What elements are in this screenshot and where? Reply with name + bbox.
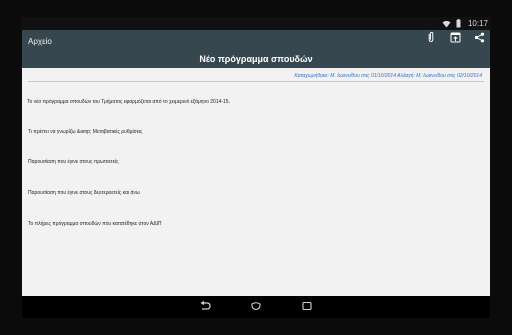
share-icon [474, 30, 485, 48]
share-button[interactable] [472, 32, 486, 46]
recents-button[interactable] [300, 300, 314, 314]
back-button[interactable] [198, 300, 212, 314]
document-link-upper-year-presentation[interactable]: Παρουσίαση που έγινε στους δευτεροετείς … [28, 190, 140, 196]
paperclip-icon [426, 30, 436, 48]
document-link-first-year-presentation[interactable]: Παρουσίαση που έγινε στους πρωτοετείς [28, 159, 119, 165]
home-icon [249, 298, 263, 316]
document-meta: Καταχωρήθηκε: Μ. Ιωαννίδου στις 01/10/20… [294, 73, 482, 79]
app-title: Αρχείο [28, 37, 52, 46]
status-time: 10:17 [467, 19, 488, 28]
open-in-app-icon [450, 30, 461, 48]
document-link-full-curriculum[interactable]: Το πλήρες πρόγραμμα σπουδών που κατατέθη… [28, 221, 162, 227]
navigation-bar [22, 296, 490, 318]
back-icon [198, 298, 212, 316]
meta-divider [28, 81, 484, 82]
status-bar: 10:17 [22, 17, 490, 30]
attachment-button[interactable] [424, 30, 438, 48]
intro-text: Το νέο πρόγραμμα σπουδών του Τμήματος εφ… [27, 99, 230, 105]
document-content: Καταχωρήθηκε: Μ. Ιωαννίδου στις 01/10/20… [22, 68, 490, 296]
app-bar: Αρχείο Νέο πρόγραμμα σπουδών [22, 30, 490, 68]
document-link-transition-rules[interactable]: Τι πρέπει να γνωρίζω &amp; Μεταβατικές ρ… [28, 129, 142, 135]
toolbar-actions [424, 30, 486, 48]
open-in-app-button[interactable] [448, 32, 462, 46]
tablet-screen: 10:17 Αρχείο Νέο πρόγραμμα σπουδών Καταχ… [0, 0, 512, 335]
home-button[interactable] [249, 300, 263, 314]
page-title: Νέο πρόγραμμα σπουδών [199, 54, 313, 64]
battery-icon [456, 19, 461, 28]
wifi-icon [442, 20, 451, 28]
recents-icon [301, 298, 313, 316]
